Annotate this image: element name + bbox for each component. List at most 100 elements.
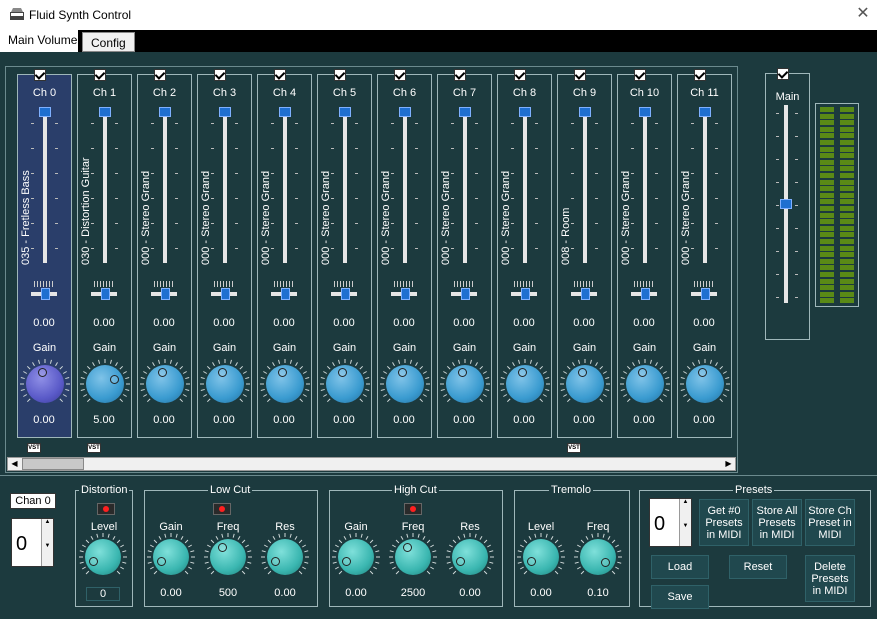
channel-fader-track[interactable] (463, 107, 467, 263)
channel-enable-checkbox[interactable] (634, 69, 646, 81)
gain-knob[interactable] (500, 359, 550, 403)
vst-icon[interactable]: VST (87, 443, 101, 453)
save-button[interactable]: Save (651, 585, 709, 609)
pan-slider-thumb[interactable] (581, 288, 590, 300)
pan-slider-thumb[interactable] (341, 288, 350, 300)
preset-spinner[interactable]: 0 ▲ ▼ (649, 498, 692, 547)
tab-config[interactable]: Config (82, 32, 135, 52)
gain-knob[interactable] (680, 359, 730, 403)
pan-slider-thumb[interactable] (101, 288, 110, 300)
channel-enable-checkbox[interactable] (454, 69, 466, 81)
gain-knob[interactable] (20, 359, 70, 403)
channel-enable-checkbox[interactable] (394, 69, 406, 81)
chan-spinner[interactable]: 0 ▲ ▼ (11, 518, 54, 567)
spin-down-icon[interactable]: ▼ (41, 542, 53, 566)
channel-enable-checkbox[interactable] (214, 69, 226, 81)
channel-fader-thumb[interactable] (579, 107, 591, 117)
channel-fader-thumb[interactable] (39, 107, 51, 117)
main-fader-thumb[interactable] (780, 199, 792, 209)
highcut-freq-knob[interactable] (389, 533, 437, 575)
pan-slider-thumb[interactable] (701, 288, 710, 300)
pan-slider-thumb[interactable] (221, 288, 230, 300)
scroll-thumb[interactable] (22, 458, 84, 470)
highcut-led-icon[interactable] (404, 503, 422, 515)
channel-fader-thumb[interactable] (279, 107, 291, 117)
channel-enable-checkbox[interactable] (154, 69, 166, 81)
channel-enable-checkbox[interactable] (34, 69, 46, 81)
gain-knob[interactable] (200, 359, 250, 403)
gain-knob[interactable] (560, 359, 610, 403)
fader-tick (115, 198, 118, 199)
mixer-scrollbar[interactable]: ◀ ▶ (7, 457, 736, 471)
channel-fader-track[interactable] (283, 107, 287, 263)
channel-fader-track[interactable] (643, 107, 647, 263)
gain-knob[interactable] (80, 359, 130, 403)
lowcut-freq-knob[interactable] (204, 533, 252, 575)
tab-main-volume[interactable]: Main Volume (0, 30, 78, 52)
main-enable-checkbox[interactable] (777, 68, 789, 80)
highcut-gain-knob[interactable] (332, 533, 380, 575)
channel-fader-track[interactable] (343, 107, 347, 263)
channel-fader-thumb[interactable] (639, 107, 651, 117)
channel-fader-thumb[interactable] (219, 107, 231, 117)
tremolo-freq-knob[interactable] (574, 533, 622, 575)
pan-slider-thumb[interactable] (641, 288, 650, 300)
reset-button[interactable]: Reset (729, 555, 787, 579)
channel-enable-checkbox[interactable] (574, 69, 586, 81)
store-all-presets-button[interactable]: Store All Presets in MIDI (752, 499, 802, 546)
channel-enable-checkbox[interactable] (334, 69, 346, 81)
gain-knob[interactable] (440, 359, 490, 403)
gain-knob[interactable] (380, 359, 430, 403)
vst-icon[interactable]: VST (567, 443, 581, 453)
distortion-led-icon[interactable] (97, 503, 115, 515)
channel-fader-thumb[interactable] (99, 107, 111, 117)
channel-fader-track[interactable] (583, 107, 587, 263)
channel-fader-track[interactable] (43, 107, 47, 263)
pan-slider-thumb[interactable] (281, 288, 290, 300)
get-presets-button[interactable]: Get #0 Presets in MIDI (699, 499, 749, 546)
store-ch-preset-button[interactable]: Store Ch Preset in MIDI (805, 499, 855, 546)
channel-fader-thumb[interactable] (339, 107, 351, 117)
channel-enable-checkbox[interactable] (694, 69, 706, 81)
tremolo-level-knob[interactable] (517, 533, 565, 575)
channel-fader-track[interactable] (223, 107, 227, 263)
close-icon[interactable]: ✕ (853, 4, 873, 24)
channel-fader-thumb[interactable] (699, 107, 711, 117)
channel-fader-thumb[interactable] (519, 107, 531, 117)
channel-fader-thumb[interactable] (459, 107, 471, 117)
gain-knob[interactable] (320, 359, 370, 403)
gain-knob[interactable] (620, 359, 670, 403)
channel-fader-track[interactable] (163, 107, 167, 263)
pan-slider-thumb[interactable] (461, 288, 470, 300)
channel-fader-track[interactable] (703, 107, 707, 263)
lowcut-res-knob[interactable] (261, 533, 309, 575)
channel-enable-checkbox[interactable] (94, 69, 106, 81)
load-button[interactable]: Load (651, 555, 709, 579)
preset-spin-down-icon[interactable]: ▼ (679, 522, 691, 546)
channel-enable-checkbox[interactable] (514, 69, 526, 81)
pan-slider-thumb[interactable] (41, 288, 50, 300)
pan-slider-thumb[interactable] (521, 288, 530, 300)
scroll-left-icon[interactable]: ◀ (8, 458, 21, 470)
channel-fader-thumb[interactable] (159, 107, 171, 117)
tremolo-freq-value: 0.10 (587, 587, 609, 599)
pan-slider-thumb[interactable] (161, 288, 170, 300)
channel-fader-track[interactable] (403, 107, 407, 263)
lowcut-led-icon[interactable] (213, 503, 231, 515)
pan-slider-thumb[interactable] (401, 288, 410, 300)
vst-icon[interactable]: VST (27, 443, 41, 453)
distortion-level-knob[interactable] (79, 533, 127, 575)
delete-presets-button[interactable]: Delete Presets in MIDI (805, 555, 855, 602)
lowcut-gain-knob[interactable] (147, 533, 195, 575)
channel-enable-checkbox[interactable] (274, 69, 286, 81)
channel-fader-track[interactable] (523, 107, 527, 263)
highcut-res-knob[interactable] (446, 533, 494, 575)
spin-up-icon[interactable]: ▲ (41, 519, 53, 543)
preset-spin-up-icon[interactable]: ▲ (679, 499, 691, 523)
channel-fader-track[interactable] (103, 107, 107, 263)
gain-knob[interactable] (140, 359, 190, 403)
gain-knob[interactable] (260, 359, 310, 403)
highcut-title: High Cut (392, 484, 439, 496)
scroll-right-icon[interactable]: ▶ (722, 458, 735, 470)
channel-fader-thumb[interactable] (399, 107, 411, 117)
